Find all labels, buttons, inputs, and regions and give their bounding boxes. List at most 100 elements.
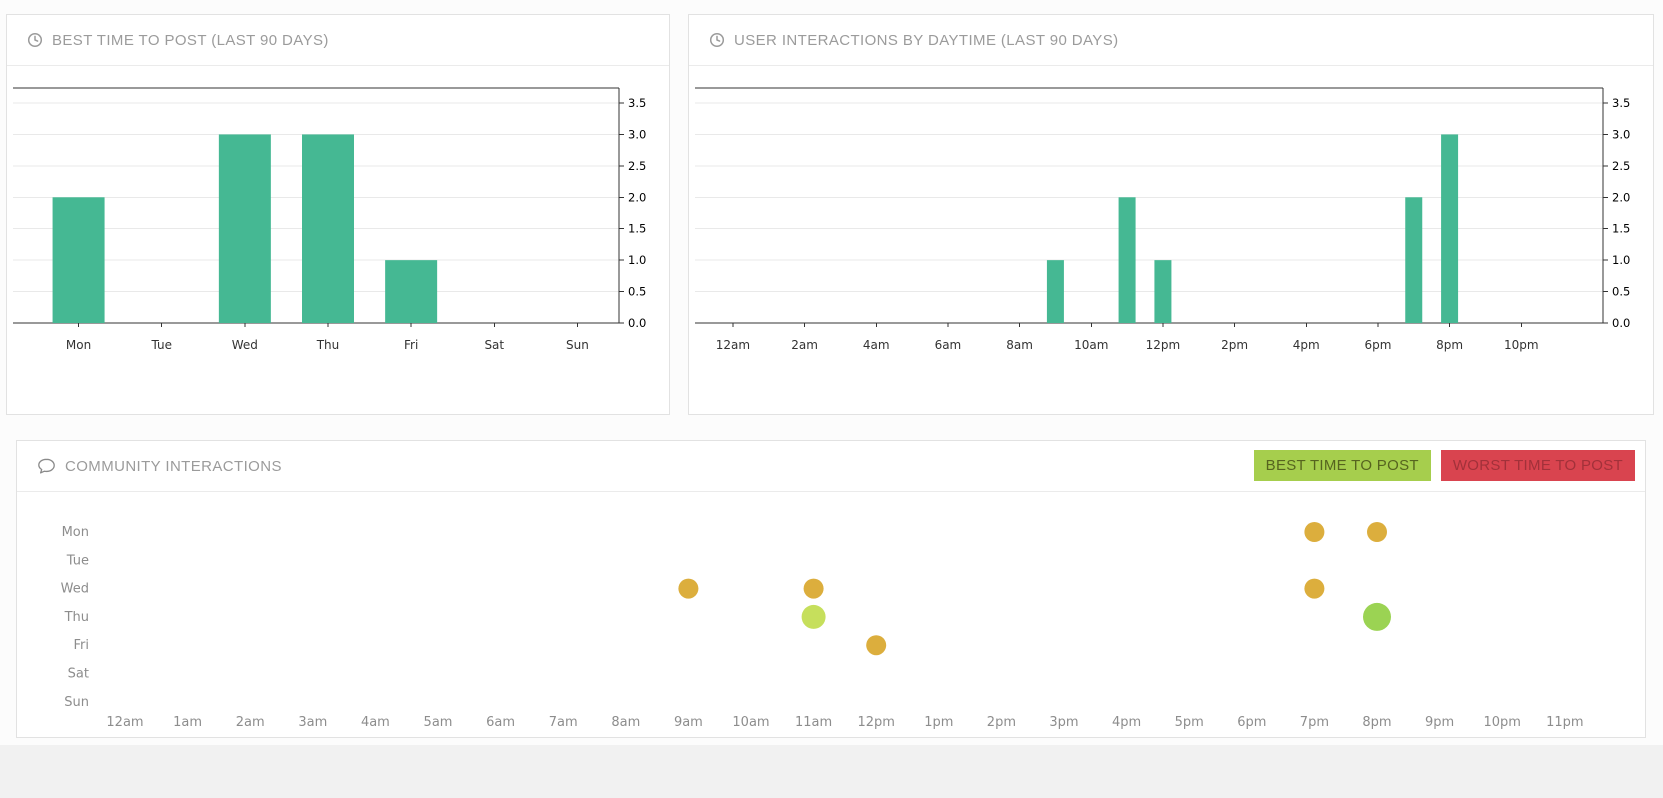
hour-label: 3am — [298, 715, 327, 730]
comment-icon — [37, 458, 56, 475]
bar — [1119, 197, 1136, 323]
panel-title: USER INTERACTIONS BY DAYTIME (LAST 90 DA… — [734, 32, 1119, 49]
hour-label: 3pm — [1049, 715, 1078, 730]
panel-header: BEST TIME TO POST (LAST 90 DAYS) — [7, 15, 669, 66]
x-tick-label: 8am — [1006, 338, 1033, 352]
scatter-point-best-time — [1363, 603, 1391, 631]
x-tick-label: 6am — [935, 338, 962, 352]
scatter-point-interaction — [866, 635, 886, 655]
worst-time-to-post-badge[interactable]: WORST TIME TO POST — [1441, 450, 1635, 481]
x-tick-label: Wed — [232, 338, 258, 352]
y-tick-label: 3.5 — [1612, 96, 1630, 110]
scatter-point-interaction — [804, 579, 824, 599]
hour-label: 2pm — [987, 715, 1016, 730]
x-tick-label: 2pm — [1221, 338, 1248, 352]
scatter-point-interaction — [1304, 579, 1324, 599]
y-tick-label: 1.0 — [1612, 253, 1630, 267]
best-time-to-post-badge[interactable]: BEST TIME TO POST — [1254, 450, 1431, 481]
best-time-bar-chart: 0.0 0.5 1.0 1.5 2.0 2.5 3.0 3.5 Mon Tue Wed Thu Fri S… — [7, 66, 671, 366]
hour-label: 10pm — [1483, 715, 1520, 730]
day-label: Wed — [61, 582, 89, 597]
hour-label: 1am — [173, 715, 202, 730]
clock-icon — [709, 32, 725, 48]
y-tick-label: 0.5 — [1612, 285, 1630, 299]
hour-label: 10am — [732, 715, 769, 730]
x-tick-label: Sat — [484, 338, 504, 352]
hour-label: 7pm — [1300, 715, 1329, 730]
best-time-chart-area: 0.0 0.5 1.0 1.5 2.0 2.5 3.0 3.5 Mon Tue Wed Thu Fri S… — [7, 66, 669, 371]
y-tick-label: 1.5 — [1612, 222, 1630, 236]
clock-icon — [27, 32, 43, 48]
bar — [53, 197, 105, 323]
hour-label: 6am — [486, 715, 515, 730]
y-tick-label: 0.0 — [628, 316, 646, 330]
page-footer-strip — [0, 745, 1663, 798]
hour-label: 6pm — [1237, 715, 1266, 730]
bar — [1441, 134, 1458, 323]
x-tick-label: 12pm — [1146, 338, 1181, 352]
scatter-point-interaction — [1367, 522, 1387, 542]
y-tick-label: 1.0 — [628, 253, 646, 267]
panel-title: COMMUNITY INTERACTIONS — [65, 458, 282, 475]
hour-label: 9am — [674, 715, 703, 730]
bar — [302, 134, 354, 323]
y-tick-label: 3.0 — [628, 127, 646, 141]
daytime-chart-area: 0.00.51.01.52.02.53.03.512am2am4am6am8am… — [689, 66, 1653, 371]
panel-header: USER INTERACTIONS BY DAYTIME (LAST 90 DA… — [689, 15, 1653, 66]
y-tick-label: 2.0 — [1612, 190, 1630, 204]
bar — [1047, 260, 1064, 323]
hour-label: 4am — [361, 715, 390, 730]
scatter-point-interaction — [1304, 522, 1324, 542]
y-tick-label: 3.0 — [1612, 127, 1630, 141]
y-tick-label: 0.0 — [1612, 316, 1630, 330]
day-label: Sun — [64, 695, 89, 710]
bar — [385, 260, 437, 323]
x-tick-label: 2am — [791, 338, 818, 352]
dashboard-page: { "chart_data": [ { "type": "bar", "titl… — [0, 0, 1663, 798]
x-tick-label: 6pm — [1364, 338, 1391, 352]
x-tick-label: Tue — [150, 338, 172, 352]
y-tick-label: 1.5 — [628, 222, 646, 236]
y-tick-label: 0.5 — [628, 285, 646, 299]
day-label: Mon — [62, 525, 89, 540]
panel-title: BEST TIME TO POST (LAST 90 DAYS) — [52, 32, 329, 49]
x-tick-label: 8pm — [1436, 338, 1463, 352]
interactions-by-daytime-panel: USER INTERACTIONS BY DAYTIME (LAST 90 DA… — [688, 14, 1654, 415]
scatter-point-best-time — [802, 605, 826, 629]
hour-label: 11pm — [1546, 715, 1583, 730]
legend: BEST TIME TO POST WORST TIME TO POST — [1254, 450, 1635, 481]
bar — [219, 134, 271, 323]
x-tick-label: 4pm — [1293, 338, 1320, 352]
hour-label: 5pm — [1175, 715, 1204, 730]
day-label: Thu — [64, 610, 89, 625]
scatter-point-interaction — [678, 579, 698, 599]
bar — [1405, 197, 1422, 323]
community-interactions-panel: COMMUNITY INTERACTIONS BEST TIME TO POST… — [16, 440, 1646, 738]
hour-label: 12am — [106, 715, 143, 730]
day-label: Tue — [66, 553, 89, 568]
x-tick-label: 10pm — [1504, 338, 1539, 352]
best-time-to-post-panel: BEST TIME TO POST (LAST 90 DAYS) 0.0 0.5 1… — [6, 14, 670, 415]
hour-label: 11am — [795, 715, 832, 730]
hour-label: 9pm — [1425, 715, 1454, 730]
day-label: Fri — [74, 638, 90, 653]
x-tick-label: Mon — [66, 338, 91, 352]
x-tick-label: 12am — [716, 338, 750, 352]
day-label: Sat — [68, 667, 89, 682]
daytime-bar-chart: 0.00.51.01.52.02.53.03.512am2am4am6am8am… — [689, 66, 1655, 366]
y-tick-label: 2.0 — [628, 190, 646, 204]
x-tick-label: Sun — [566, 338, 589, 352]
x-tick-label: Thu — [316, 338, 340, 352]
x-tick-label: Fri — [404, 338, 418, 352]
hour-label: 5am — [424, 715, 453, 730]
hour-label: 7am — [549, 715, 578, 730]
y-tick-label: 2.5 — [1612, 159, 1630, 173]
x-tick-label: 10am — [1074, 338, 1108, 352]
y-tick-label: 2.5 — [628, 159, 646, 173]
hour-label: 1pm — [924, 715, 953, 730]
panel-header: COMMUNITY INTERACTIONS BEST TIME TO POST… — [17, 441, 1645, 492]
hour-label: 8am — [611, 715, 640, 730]
y-tick-label: 3.5 — [628, 96, 646, 110]
hour-label: 8pm — [1362, 715, 1391, 730]
hour-label: 2am — [236, 715, 265, 730]
